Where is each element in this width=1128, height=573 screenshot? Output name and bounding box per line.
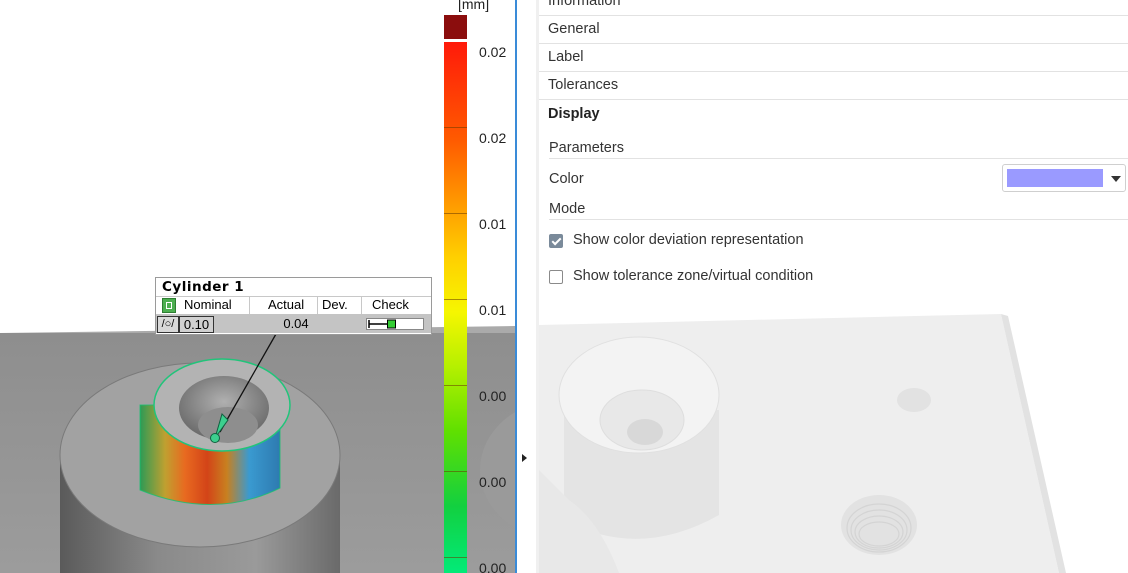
cylindricity-symbol-icon: /○/	[157, 316, 179, 333]
cylinder-annotation-label[interactable]: Cylinder 1 Nominal Actual Dev. Check /○/…	[155, 277, 432, 335]
scale-tick-mark	[444, 213, 467, 214]
chevron-down-icon	[1111, 176, 1121, 182]
scale-tick-label: 0.02	[479, 44, 507, 60]
nominal-feature-icon	[162, 298, 176, 313]
section-label[interactable]: Label	[539, 44, 1128, 72]
dev-column-header: Dev.	[322, 297, 348, 312]
panel-splitter[interactable]	[515, 0, 536, 573]
scale-over-range-swatch	[444, 15, 467, 39]
actual-value: 0.04	[283, 316, 309, 331]
color-deviation-label: Show color deviation representation	[573, 232, 804, 248]
scale-tick-mark	[444, 299, 467, 300]
properties-panel: Information General Label Tolerances Dis…	[539, 0, 1128, 573]
annotation-title: Cylinder 1	[162, 279, 245, 295]
parameters-subheading: Parameters	[549, 140, 624, 156]
section-information[interactable]: Information	[539, 0, 1128, 16]
section-general[interactable]: General	[539, 16, 1128, 44]
scale-tick-label: 0.01	[479, 216, 507, 232]
section-tolerances[interactable]: Tolerances	[539, 72, 1128, 100]
scale-tick-mark	[444, 127, 467, 128]
color-label: Color	[549, 171, 584, 187]
scale-tick-mark	[444, 385, 467, 386]
color-deviation-scale: [mm] 0.02 0.02 0.01 0.01 0.00 0.00 0.00	[443, 0, 515, 573]
scale-tick-label: 0.01	[479, 302, 507, 318]
color-swatch	[1007, 169, 1103, 187]
scale-tick-mark	[444, 471, 467, 472]
color-dropdown[interactable]	[1002, 164, 1126, 192]
scale-gradient-bar	[444, 42, 467, 573]
scale-tick-label: 0.00	[479, 560, 507, 573]
color-deviation-checkbox[interactable]	[549, 234, 563, 248]
3d-viewport[interactable]: Cylinder 1 Nominal Actual Dev. Check /○/…	[0, 0, 515, 573]
actual-column-header: Actual	[268, 297, 305, 312]
scale-tick-label: 0.00	[479, 474, 507, 490]
check-indicator	[366, 318, 424, 330]
nominal-value: 0.10	[179, 316, 214, 333]
tolerance-zone-checkbox[interactable]	[549, 270, 563, 284]
scale-tick-label: 0.02	[479, 130, 507, 146]
section-display[interactable]: Display	[548, 106, 600, 122]
mode-subheading: Mode	[549, 201, 586, 217]
tolerance-zone-label: Show tolerance zone/virtual condition	[573, 268, 814, 284]
scale-tick-label: 0.00	[479, 388, 507, 404]
scale-unit: [mm]	[458, 0, 490, 12]
scale-tick-mark	[444, 557, 467, 558]
nominal-column-header: Nominal	[184, 297, 232, 312]
check-column-header: Check	[372, 297, 409, 312]
collapse-panel-arrow-icon[interactable]	[522, 454, 527, 462]
